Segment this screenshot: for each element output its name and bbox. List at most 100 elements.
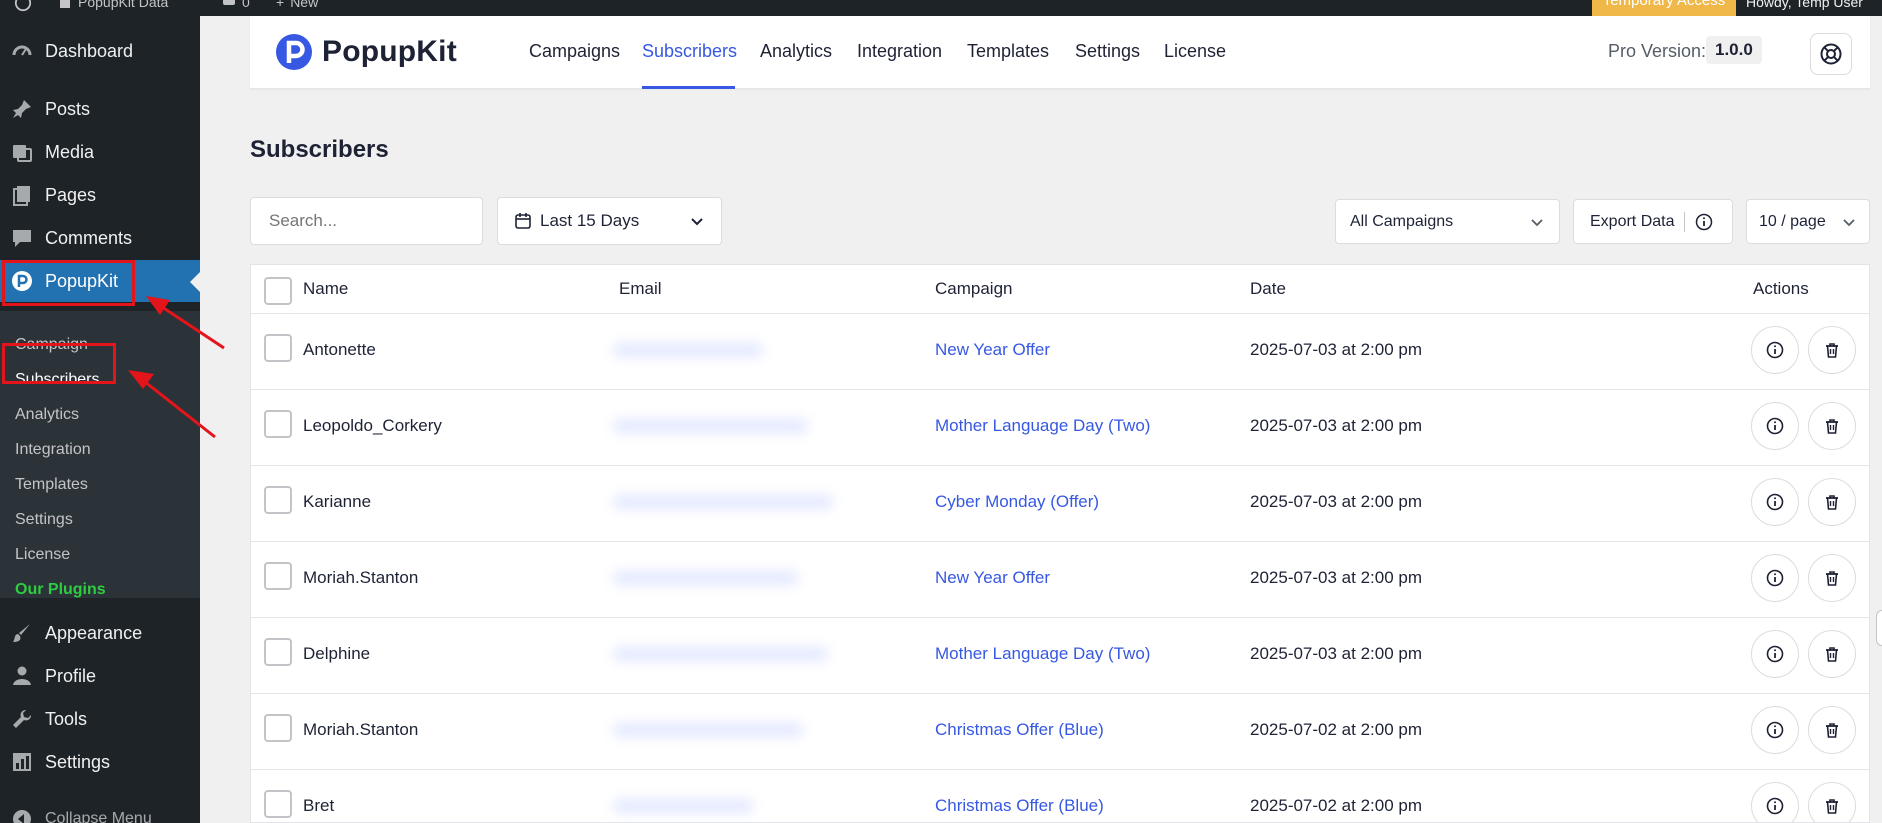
view-details-button[interactable] [1751,554,1799,602]
delete-button[interactable] [1808,782,1856,822]
subscribed-date: 2025-07-02 at 2:00 pm [1250,720,1423,739]
info-icon [1766,797,1784,815]
row-checkbox[interactable] [264,486,292,514]
nav-templates[interactable]: Templates [967,41,1049,62]
header-campaign[interactable]: Campaign [935,279,1013,299]
campaign-link[interactable]: Mother Language Day (Two) [935,644,1150,664]
plus-icon: + [276,0,285,10]
nav-settings[interactable]: Settings [1075,41,1140,62]
campaign-filter-select[interactable]: All Campaigns [1335,199,1560,244]
user-icon [10,664,34,688]
subscribed-date: 2025-07-03 at 2:00 pm [1250,416,1423,435]
table-row[interactable]: Moriah.Stanton Christmas Offer (Blue) 2025… [251,694,1869,770]
delete-button[interactable] [1808,706,1856,754]
info-icon [1766,645,1784,663]
table-row[interactable]: Karianne Cyber Monday (Offer) 2025-07-03 a… [251,466,1869,542]
submenu-settings[interactable]: Settings [15,511,73,529]
sidebar-item-label: Appearance [45,622,143,643]
sidebar-item-label: Tools [45,708,88,729]
trash-icon [1823,569,1841,587]
sidebar-item-appearance[interactable]: Appearance [0,612,200,654]
campaign-link[interactable]: Christmas Offer (Blue) [935,796,1104,816]
table-row[interactable]: Delphine Mother Language Day (Two) 2025-07… [251,618,1869,694]
info-icon[interactable] [1695,213,1713,231]
subscriber-name: Leopoldo_Corkery [303,416,442,435]
per-page-select[interactable]: 10 / page [1746,199,1870,244]
delete-button[interactable] [1808,326,1856,374]
temporary-access-badge[interactable]: Temporary Access [1592,0,1736,16]
header-name[interactable]: Name [303,279,348,299]
view-details-button[interactable] [1751,706,1799,754]
nav-integration[interactable]: Integration [857,41,942,62]
submenu-our-plugins[interactable]: Our Plugins [15,581,106,599]
campaign-link[interactable]: New Year Offer [935,340,1050,360]
table-row[interactable]: Leopoldo_Corkery Mother Language Day (Two… [251,390,1869,466]
wrench-icon [10,707,34,731]
collapse-menu-label: Collapse Menu [45,810,152,823]
view-details-button[interactable] [1751,402,1799,450]
subscriber-name: Bret [303,796,335,815]
subscriber-name: Delphine [303,644,371,663]
collapse-arrow-icon [10,807,34,823]
email-redacted [613,495,833,509]
settings-icon [10,750,34,774]
collapse-menu-button[interactable]: Collapse Menu [0,799,200,823]
chevron-down-icon [691,218,703,226]
export-data-button[interactable]: Export Data [1573,199,1733,244]
table-row[interactable]: Bret Christmas Offer (Blue) 2025-07-02 at … [251,770,1869,822]
sidebar-item-settings[interactable]: Settings [0,741,200,783]
page-title: Subscribers [250,136,389,163]
info-icon [1766,417,1784,435]
nav-subscribers[interactable]: Subscribers [642,41,737,62]
row-checkbox[interactable] [264,638,292,666]
select-all-checkbox[interactable] [264,277,292,305]
row-checkbox[interactable] [264,790,292,818]
view-details-button[interactable] [1751,630,1799,678]
delete-button[interactable] [1808,478,1856,526]
pro-version-label: Pro Version: [1608,41,1707,61]
view-details-button[interactable] [1751,782,1799,822]
new-label: New [290,0,319,10]
help-button[interactable] [1810,33,1852,75]
new-content-link[interactable]: + New [276,0,318,10]
campaign-link[interactable]: New Year Offer [935,568,1050,588]
table-header: Name Email Campaign Date Actions [251,265,1869,314]
nav-campaigns[interactable]: Campaigns [529,41,620,62]
howdy-user[interactable]: Howdy, Temp User [1746,0,1863,10]
submenu-templates[interactable]: Templates [15,476,88,494]
delete-button[interactable] [1808,630,1856,678]
popupkit-logo[interactable]: PopupKit [274,32,457,72]
popupkit-top-nav: PopupKit Campaigns Subscribers Analytics… [250,16,1870,89]
delete-button[interactable] [1808,554,1856,602]
header-email[interactable]: Email [619,279,662,299]
table-row[interactable]: Moriah.Stanton New Year Offer 2025-07-03 a… [251,542,1869,618]
view-details-button[interactable] [1751,478,1799,526]
scroll-handle[interactable] [1876,610,1882,646]
row-checkbox[interactable] [264,714,292,742]
sidebar-item-profile[interactable]: Profile [0,655,200,697]
view-details-button[interactable] [1751,326,1799,374]
header-actions: Actions [1753,279,1809,298]
trash-icon [1823,645,1841,663]
date-range-filter[interactable]: Last 15 Days [497,197,722,245]
submenu-license[interactable]: License [15,546,70,564]
row-checkbox[interactable] [264,410,292,438]
campaign-link[interactable]: Christmas Offer (Blue) [935,720,1104,740]
subscriber-name: Moriah.Stanton [303,568,419,587]
row-checkbox[interactable] [264,562,292,590]
button-divider [1684,211,1686,232]
delete-button[interactable] [1808,402,1856,450]
table-row[interactable]: Antonette New Year Offer 2025-07-03 at 2:0… [251,314,1869,390]
red-arrow-icon [146,296,225,350]
header-date[interactable]: Date [1250,279,1286,299]
admin-bar: PopupKit Data 0 + New Temporary Access H… [0,0,1882,16]
trash-icon [1823,493,1841,511]
search-input[interactable] [250,197,483,245]
annotation-arrows [128,296,225,439]
sidebar-item-tools[interactable]: Tools [0,698,200,740]
campaign-link[interactable]: Mother Language Day (Two) [935,416,1150,436]
row-checkbox[interactable] [264,334,292,362]
nav-analytics[interactable]: Analytics [760,41,832,62]
nav-license[interactable]: License [1164,41,1226,62]
campaign-link[interactable]: Cyber Monday (Offer) [935,492,1099,512]
